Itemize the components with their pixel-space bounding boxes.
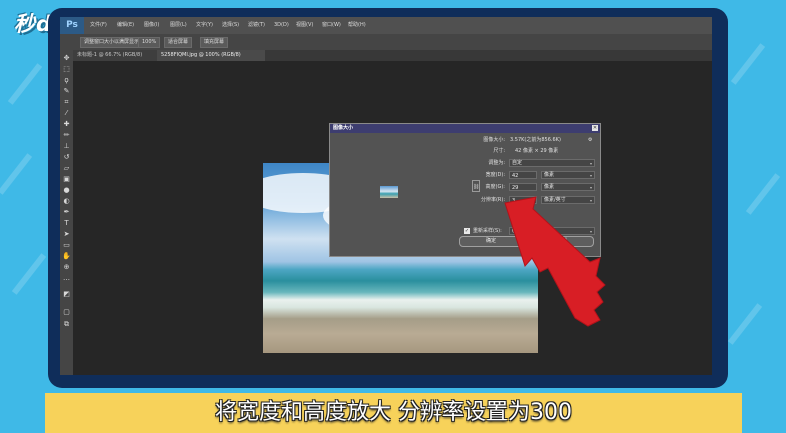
resolution-field[interactable]: 3 xyxy=(509,196,537,204)
path-select-icon[interactable]: ➤ xyxy=(62,230,71,238)
tools-panel: ✥ ⬚ ϙ ✎ ⌗ ⁄ ✚ ✏ ⊥ ↺ ▱ ▣ ● ◐ ✒ T ➤ ▭ ✋ ⊕ … xyxy=(60,50,73,375)
ps-logo-icon: Ps xyxy=(60,17,84,34)
resample-select[interactable]: (双线性) (锐减) ▾ xyxy=(509,227,595,235)
width-label: 宽度(D): xyxy=(485,172,505,178)
close-icon[interactable]: ✕ xyxy=(592,125,598,131)
fit-to-select[interactable]: 自定 ▾ xyxy=(509,159,595,167)
fit-screen-button[interactable]: 适合屏幕 xyxy=(164,37,193,48)
screen-mode-icon[interactable]: ⧉ xyxy=(62,320,71,328)
options-bar: 调整窗口大小以满屏显示 100% 适合屏幕 填充屏幕 xyxy=(60,34,712,50)
dialog-titlebar[interactable]: 图像大小 ✕ xyxy=(330,124,600,133)
width-field[interactable]: 42 xyxy=(509,171,537,179)
image-size-value: 3.57K(之前为856.6K) xyxy=(510,137,561,143)
menu-view[interactable]: 视图(V) xyxy=(296,17,313,34)
resample-label: 重新采样(S): xyxy=(473,228,502,234)
gradient-icon[interactable]: ▣ xyxy=(62,175,71,183)
tab-beach-image[interactable]: 5258FIQMI.jpg @ 100% (RGB/8) xyxy=(157,50,265,61)
subtitle-text: 将宽度和高度放大 分辨率设置为300 xyxy=(215,400,572,425)
menu-3d[interactable]: 3D(D) xyxy=(274,17,289,34)
bg-stripe xyxy=(745,173,781,215)
menu-type[interactable]: 文字(Y) xyxy=(196,17,213,34)
lasso-icon[interactable]: ϙ xyxy=(62,76,71,84)
menu-window[interactable]: 窗口(W) xyxy=(322,17,341,34)
fit-to-value: 自定 xyxy=(512,160,523,166)
menu-filter[interactable]: 滤镜(T) xyxy=(248,17,265,34)
bg-stripe xyxy=(727,303,763,345)
menu-layer[interactable]: 图层(L) xyxy=(170,17,187,34)
fill-screen-button[interactable]: 填充屏幕 xyxy=(200,37,229,48)
pen-icon[interactable]: ✒ xyxy=(62,208,71,216)
image-preview-thumbnail xyxy=(380,186,398,198)
quick-mask-icon[interactable]: ▢ xyxy=(62,308,71,316)
dodge-icon[interactable]: ◐ xyxy=(62,197,71,205)
chevron-down-icon: ▾ xyxy=(589,198,592,203)
chevron-down-icon: ▾ xyxy=(589,173,592,178)
blur-icon[interactable]: ● xyxy=(62,186,71,194)
ok-button[interactable]: 确定 xyxy=(459,236,523,247)
fit-to-label: 调整为: xyxy=(488,160,505,166)
tab-untitled[interactable]: 未标题-1 @ 66.7% (RGB/8) xyxy=(73,50,163,61)
resample-value: (双线性) (锐减) xyxy=(512,228,547,234)
photoshop-window: Ps 文件(F) 编辑(E) 图像(I) 图层(L) 文字(Y) 选择(S) 滤… xyxy=(60,17,712,375)
menu-help[interactable]: 帮助(H) xyxy=(348,17,366,34)
cancel-button[interactable]: 取消 xyxy=(530,236,594,247)
dimensions-value: 42 像素 × 29 像素 xyxy=(515,148,559,154)
menu-bar: Ps 文件(F) 编辑(E) 图像(I) 图层(L) 文字(Y) 选择(S) 滤… xyxy=(60,17,712,34)
menu-edit[interactable]: 编辑(E) xyxy=(117,17,134,34)
quick-select-icon[interactable]: ✎ xyxy=(62,87,71,95)
marquee-icon[interactable]: ⬚ xyxy=(62,65,71,73)
dimensions-label: 尺寸: xyxy=(493,148,505,154)
resolution-unit-value: 像素/英寸 xyxy=(544,197,566,203)
color-swatch-icon[interactable]: ◩ xyxy=(62,290,71,298)
history-brush-icon[interactable]: ↺ xyxy=(62,153,71,161)
eyedropper-icon[interactable]: ⁄ xyxy=(62,109,71,117)
brush-icon[interactable]: ✏ xyxy=(62,131,71,139)
dialog-title: 图像大小 xyxy=(333,125,354,131)
fit-window-checkbox[interactable]: 调整窗口大小以满屏显示 xyxy=(80,37,144,48)
menu-image[interactable]: 图像(I) xyxy=(144,17,159,34)
resample-checkbox[interactable]: ✓ xyxy=(464,228,470,234)
gear-icon[interactable]: ⚙ xyxy=(588,137,592,144)
chevron-down-icon: ▾ xyxy=(589,161,592,166)
subtitle-bar: 将宽度和高度放大 分辨率设置为300 xyxy=(45,393,742,433)
image-size-label: 图像大小: xyxy=(483,137,505,143)
menu-file[interactable]: 文件(F) xyxy=(90,17,107,34)
chevron-down-icon: ▾ xyxy=(589,229,592,234)
bg-stripe xyxy=(0,153,33,195)
resolution-unit-select[interactable]: 像素/英寸 ▾ xyxy=(541,196,595,204)
zoom-100-button[interactable]: 100% xyxy=(138,37,161,48)
bg-stripe xyxy=(11,253,47,295)
width-unit-value: 像素 xyxy=(544,172,555,178)
bg-stripe xyxy=(730,43,766,85)
width-unit-select[interactable]: 像素 ▾ xyxy=(541,171,595,179)
height-unit-select[interactable]: 像素 ▾ xyxy=(541,183,595,191)
more-icon[interactable]: … xyxy=(62,274,71,282)
shape-icon[interactable]: ▭ xyxy=(62,241,71,249)
type-icon[interactable]: T xyxy=(62,219,71,227)
eraser-icon[interactable]: ▱ xyxy=(62,164,71,172)
healing-icon[interactable]: ✚ xyxy=(62,120,71,128)
height-field[interactable]: 29 xyxy=(509,183,537,191)
resolution-label: 分辨率(R): xyxy=(480,197,505,203)
document-tab-bar: 未标题-1 @ 66.7% (RGB/8) 5258FIQMI.jpg @ 10… xyxy=(73,50,712,61)
bg-stripe xyxy=(7,63,43,105)
hand-icon[interactable]: ✋ xyxy=(62,252,71,260)
stamp-icon[interactable]: ⊥ xyxy=(62,142,71,150)
menu-select[interactable]: 选择(S) xyxy=(222,17,239,34)
crop-icon[interactable]: ⌗ xyxy=(62,98,71,106)
zoom-icon[interactable]: ⊕ xyxy=(62,263,71,271)
move-icon[interactable]: ✥ xyxy=(62,54,71,62)
chevron-down-icon: ▾ xyxy=(589,185,592,190)
height-unit-value: 像素 xyxy=(544,184,555,190)
height-label: 高度(G): xyxy=(485,184,505,190)
